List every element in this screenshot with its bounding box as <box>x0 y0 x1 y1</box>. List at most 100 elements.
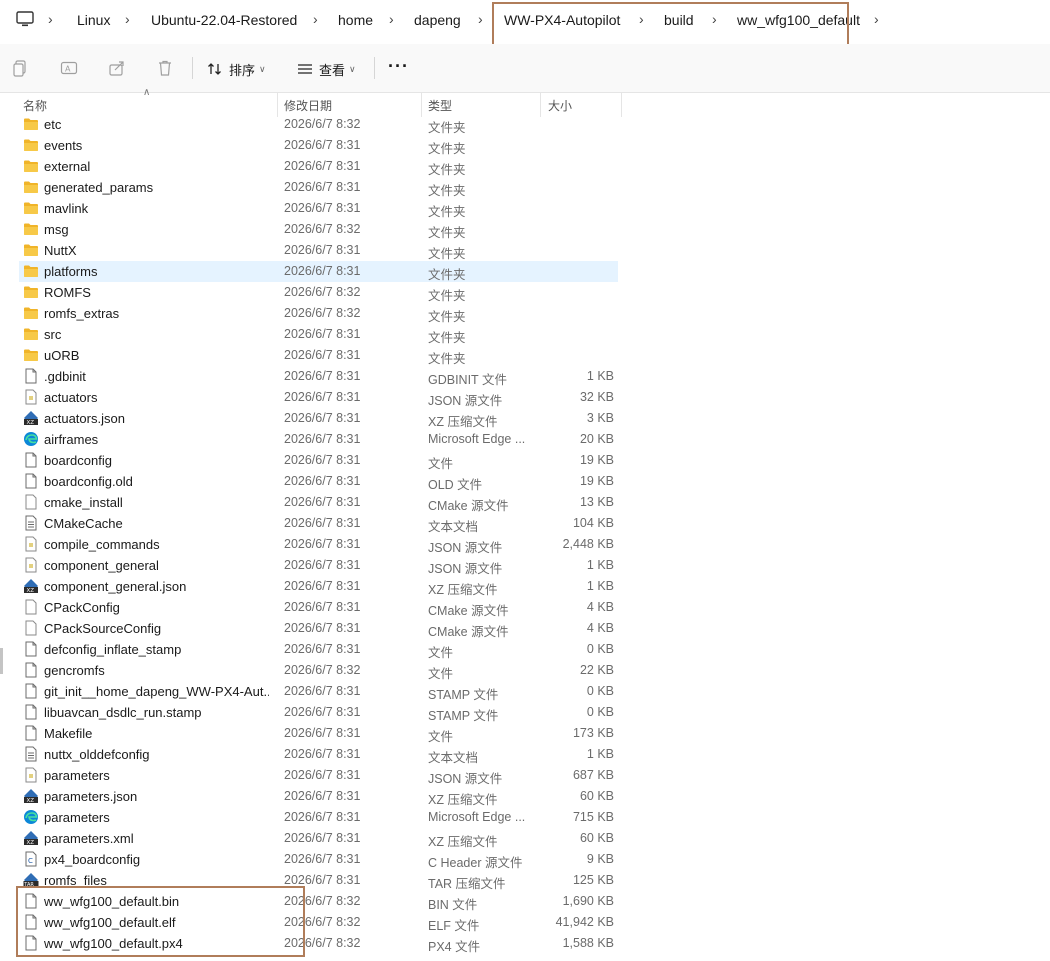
file-row[interactable]: XZ parameters.xml 2026/6/7 8:31 XZ 压缩文件 60 K… <box>19 828 618 849</box>
file-name: CPackConfig <box>44 600 120 615</box>
file-row[interactable]: TAR romfs_files 2026/6/7 8:31 TAR 压缩文件 125 K… <box>19 870 618 891</box>
file-type: STAMP 文件 <box>428 709 499 723</box>
chevron-right-icon[interactable]: › <box>389 10 394 28</box>
file-row[interactable]: .gdbinit 2026/6/7 8:31 GDBINIT 文件 1 KB <box>19 366 618 387</box>
file-icon <box>23 935 39 951</box>
more-options-button[interactable]: ··· <box>388 56 409 77</box>
file-row[interactable]: libuavcan_dsdlc_run.stamp 2026/6/7 8:31 ST… <box>19 702 618 723</box>
breadcrumb-autopilot[interactable]: WW-PX4-Autopilot <box>504 11 620 29</box>
file-row[interactable]: boardconfig.old 2026/6/7 8:31 OLD 文件 19 KB <box>19 471 618 492</box>
scrollbar[interactable] <box>0 648 3 674</box>
file-row[interactable]: ww_wfg100_default.elf 2026/6/7 8:32 ELF 文件… <box>19 912 618 933</box>
breadcrumb-build[interactable]: build <box>664 11 694 29</box>
view-button[interactable]: 查看 ∨ <box>297 59 356 79</box>
file-type: GDBINIT 文件 <box>428 373 507 387</box>
file-row[interactable]: XZ actuators.json 2026/6/7 8:31 XZ 压缩文件 3 KB <box>19 408 618 429</box>
file-row[interactable]: parameters 2026/6/7 8:31 Microsoft Edge ..… <box>19 807 618 828</box>
file-icon <box>23 683 39 699</box>
file-row[interactable]: component_general 2026/6/7 8:31 JSON 源文件 1 … <box>19 555 618 576</box>
chevron-right-icon[interactable]: › <box>639 10 644 28</box>
file-row[interactable]: ww_wfg100_default.bin 2026/6/7 8:32 BIN 文件… <box>19 891 618 912</box>
breadcrumb-ubuntu[interactable]: Ubuntu-22.04-Restored <box>151 11 297 29</box>
file-row[interactable]: romfs_extras 2026/6/7 8:32 文件夹 <box>19 303 618 324</box>
file-size: 19 KB <box>579 474 614 488</box>
file-name: boardconfig <box>44 453 112 468</box>
file-row[interactable]: CPackSourceConfig 2026/6/7 8:31 CMake 源文件 4… <box>19 618 618 639</box>
file-row[interactable]: parameters 2026/6/7 8:31 JSON 源文件 687 KB <box>19 765 618 786</box>
file-row[interactable]: uORB 2026/6/7 8:31 文件夹 <box>19 345 618 366</box>
file-row[interactable]: external 2026/6/7 8:31 文件夹 <box>19 156 618 177</box>
file-row[interactable]: ww_wfg100_default.px4 2026/6/7 8:32 PX4 文件… <box>19 933 618 954</box>
file-row[interactable]: XZ component_general.json 2026/6/7 8:31 XZ … <box>19 576 618 597</box>
file-size: 4 KB <box>586 621 614 635</box>
file-row[interactable]: nuttx_olddefconfig 2026/6/7 8:31 文本文档 1 KB <box>19 744 618 765</box>
svg-text:XZ: XZ <box>27 840 35 846</box>
breadcrumb-linux[interactable]: Linux <box>77 11 110 29</box>
file-name: libuavcan_dsdlc_run.stamp <box>44 705 202 720</box>
file-row[interactable]: gencromfs 2026/6/7 8:32 文件 22 KB <box>19 660 618 681</box>
file-row[interactable]: cmake_install 2026/6/7 8:31 CMake 源文件 13 KB <box>19 492 618 513</box>
file-name: romfs_files <box>44 873 107 888</box>
file-row[interactable]: etc 2026/6/7 8:32 文件夹 <box>19 114 618 135</box>
computer-icon[interactable] <box>16 11 34 27</box>
breadcrumb-dapeng[interactable]: dapeng <box>414 11 461 29</box>
file-size: 41,942 KB <box>555 915 614 929</box>
column-date[interactable]: 修改日期 <box>284 97 332 114</box>
file-row[interactable]: CPackConfig 2026/6/7 8:31 CMake 源文件 4 KB <box>19 597 618 618</box>
file-row[interactable]: airframes 2026/6/7 8:31 Microsoft Edge ...… <box>19 429 618 450</box>
breadcrumb-home[interactable]: home <box>338 11 373 29</box>
chevron-right-icon[interactable]: › <box>712 10 717 28</box>
address-bar[interactable]: › Linux › Ubuntu-22.04-Restored › home ›… <box>0 0 1050 40</box>
column-type[interactable]: 类型 <box>428 97 452 114</box>
file-date: 2026/6/7 8:31 <box>284 873 361 887</box>
chevron-right-icon[interactable]: › <box>48 10 53 28</box>
file-name: etc <box>44 117 62 132</box>
file-date: 2026/6/7 8:31 <box>284 474 361 488</box>
copy-icon[interactable] <box>12 59 30 77</box>
delete-icon[interactable] <box>156 59 174 77</box>
file-icon <box>23 914 39 930</box>
sort-button[interactable]: 排序 ∨ <box>207 59 266 79</box>
file-date: 2026/6/7 8:31 <box>284 558 361 572</box>
breadcrumb-ww-wfg100-default[interactable]: ww_wfg100_default <box>737 11 860 29</box>
chevron-right-icon[interactable]: › <box>874 10 879 28</box>
file-row[interactable]: XZ parameters.json 2026/6/7 8:31 XZ 压缩文件 60 … <box>19 786 618 807</box>
file-row[interactable]: compile_commands 2026/6/7 8:31 JSON 源文件 2,4… <box>19 534 618 555</box>
file-row[interactable]: actuators 2026/6/7 8:31 JSON 源文件 32 KB <box>19 387 618 408</box>
file-type: PX4 文件 <box>428 940 481 954</box>
file-row[interactable]: platforms 2026/6/7 8:31 文件夹 <box>19 261 618 282</box>
xz-archive-icon: XZ <box>23 830 39 846</box>
file-type: JSON 源文件 <box>428 394 503 408</box>
share-icon[interactable] <box>108 59 126 77</box>
chevron-right-icon[interactable]: › <box>313 10 318 28</box>
tar-archive-icon: TAR <box>23 872 39 888</box>
file-row[interactable]: events 2026/6/7 8:31 文件夹 <box>19 135 618 156</box>
file-icon <box>23 473 39 489</box>
file-row[interactable]: boardconfig 2026/6/7 8:31 文件 19 KB <box>19 450 618 471</box>
column-name[interactable]: 名称 <box>23 97 47 114</box>
file-date: 2026/6/7 8:31 <box>284 411 361 425</box>
file-row[interactable]: Cpx4_boardconfig 2026/6/7 8:31 C Header 源文… <box>19 849 618 870</box>
json-file-icon <box>23 536 39 552</box>
rename-icon[interactable]: A <box>60 59 78 77</box>
file-row[interactable]: mavlink 2026/6/7 8:31 文件夹 <box>19 198 618 219</box>
file-name: ROMFS <box>44 285 91 300</box>
file-row[interactable]: src 2026/6/7 8:31 文件夹 <box>19 324 618 345</box>
file-row[interactable]: NuttX 2026/6/7 8:31 文件夹 <box>19 240 618 261</box>
svg-text:XZ: XZ <box>27 798 35 804</box>
file-row[interactable]: msg 2026/6/7 8:32 文件夹 <box>19 219 618 240</box>
file-icon <box>23 725 39 741</box>
file-name: generated_params <box>44 180 154 195</box>
file-size: 687 KB <box>572 768 614 782</box>
file-size: 715 KB <box>572 810 614 824</box>
column-resizer[interactable] <box>621 93 622 117</box>
file-row[interactable]: CMakeCache 2026/6/7 8:31 文本文档 104 KB <box>19 513 618 534</box>
column-size[interactable]: 大小 <box>548 97 572 114</box>
file-row[interactable]: ROMFS 2026/6/7 8:32 文件夹 <box>19 282 618 303</box>
chevron-right-icon[interactable]: › <box>478 10 483 28</box>
chevron-right-icon[interactable]: › <box>125 10 130 28</box>
file-row[interactable]: Makefile 2026/6/7 8:31 文件 173 KB <box>19 723 618 744</box>
file-row[interactable]: generated_params 2026/6/7 8:31 文件夹 <box>19 177 618 198</box>
file-row[interactable]: defconfig_inflate_stamp 2026/6/7 8:31 文件 0 … <box>19 639 618 660</box>
file-row[interactable]: git_init__home_dapeng_WW-PX4-Aut... 2026/… <box>19 681 618 702</box>
